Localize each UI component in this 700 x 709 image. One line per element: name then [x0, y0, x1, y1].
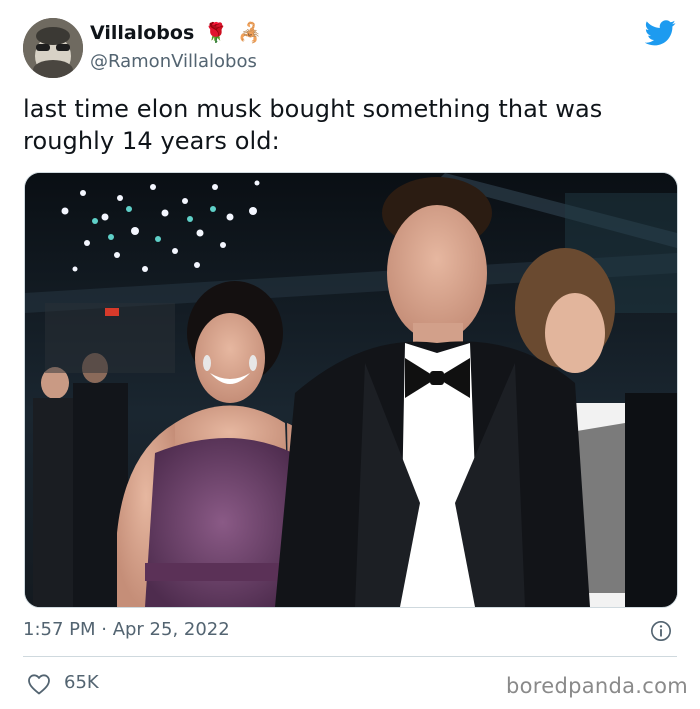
- author-handle[interactable]: @RamonVillalobos: [90, 51, 257, 72]
- tweet-photo[interactable]: [24, 172, 678, 608]
- tweet-text: last time elon musk bought something tha…: [23, 95, 603, 155]
- avatar[interactable]: [23, 18, 83, 78]
- rose-emoji-icon: 🌹: [204, 21, 228, 44]
- author-display-name-row[interactable]: Villalobos 🌹 🦂: [90, 22, 262, 44]
- info-icon[interactable]: [650, 620, 672, 642]
- like-count[interactable]: 65K: [64, 672, 99, 693]
- heart-icon[interactable]: [27, 673, 51, 695]
- avatar-image: [23, 18, 83, 78]
- watermark: boredpanda.com: [506, 674, 689, 698]
- author-display-name[interactable]: Villalobos: [90, 22, 194, 44]
- twitter-bird-icon[interactable]: [645, 19, 676, 47]
- tweet-timestamp[interactable]: 1:57 PM · Apr 25, 2022: [23, 619, 230, 640]
- scorpion-emoji-icon: 🦂: [237, 21, 262, 44]
- photo-image: [25, 173, 677, 607]
- divider: [23, 656, 677, 657]
